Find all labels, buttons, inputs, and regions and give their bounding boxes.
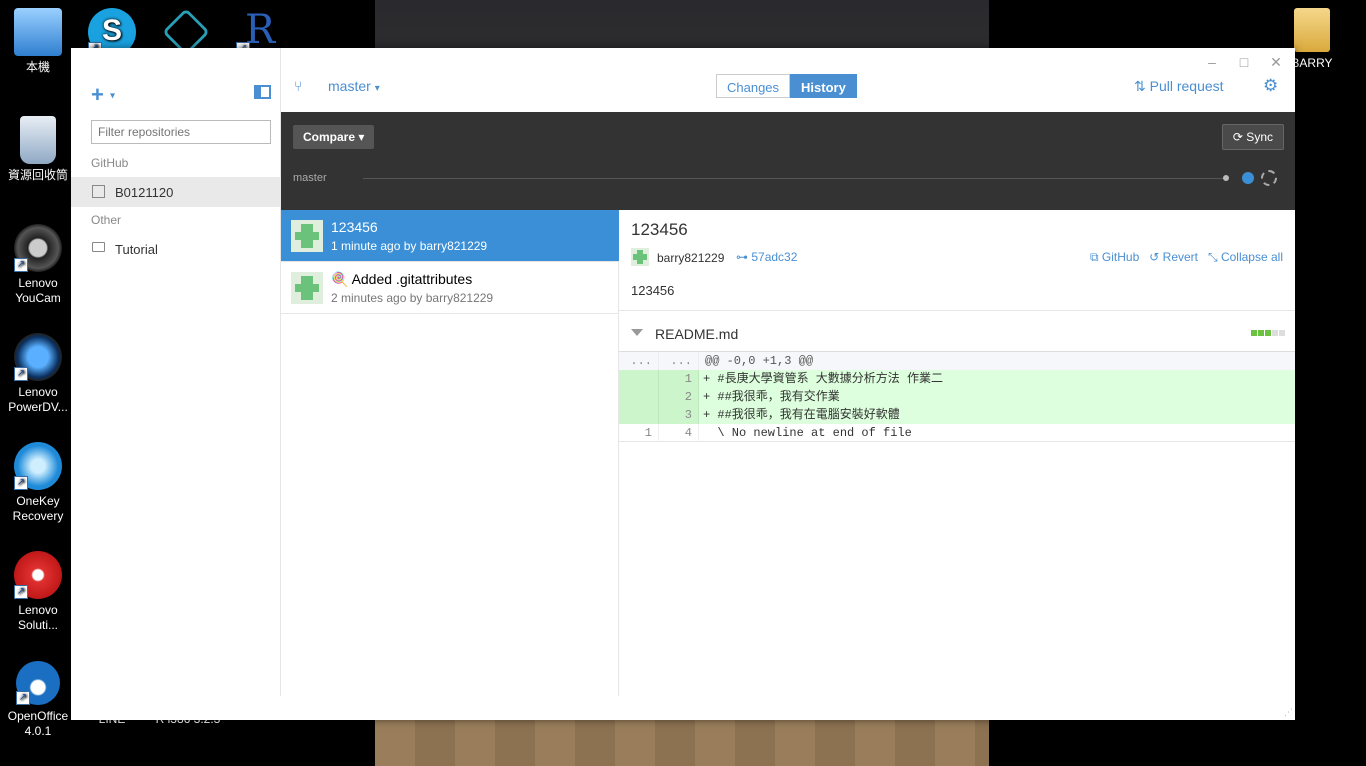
commit-author: barry821229 [657,251,725,265]
diff-line-added: 1 + #長庚大學資管系 大數據分析方法 作業二 [619,370,1295,388]
webcam-icon: ↗ [14,224,62,272]
file-name: README.md [655,326,739,342]
recovery-icon: ↗ [14,442,62,490]
filter-repositories-input[interactable] [91,120,271,144]
commit-item[interactable]: 🍭 Added .gitattributes 2 minutes ago by … [281,262,619,314]
top-bar: ⑂ master ▾ Changes History ⇅ Pull reques… [281,48,1295,112]
desktop-icon-onekey-recovery[interactable]: ↗ OneKey Recovery [0,442,76,524]
commit-list: 123456 1 minute ago by barry821229 🍭 Add… [281,210,619,696]
github-desktop-window: – □ ✕ + ▾ GitHub B0121120 Other Tutorial… [71,48,1295,720]
repo-name: Tutorial [115,242,158,257]
diff-stat-bar [1251,330,1285,336]
chevron-down-icon: ▾ [374,83,380,94]
lenovo-solution-icon: ↗ [14,551,62,599]
timeline-commit-dot-selected[interactable] [1242,172,1254,184]
commit-item[interactable]: 123456 1 minute ago by barry821229 [281,210,619,262]
diff-line-added: 3 + ##我很乖，我有在電腦安裝好軟體 [619,406,1295,424]
commit-message: 123456 [631,283,675,298]
repository-sidebar: + ▾ GitHub B0121120 Other Tutorial [71,48,281,696]
tab-history[interactable]: History [790,74,857,98]
desktop-icon-this-pc[interactable]: 本機 [0,8,76,75]
lollipop-emoji-icon: 🍭 [331,271,349,287]
commit-detail-title: 123456 [631,220,688,239]
commit-meta: 1 minute ago by barry821229 [331,239,488,253]
repo-icon [92,185,105,198]
computer-icon [14,8,62,56]
collapse-all-button[interactable]: ⤡ Collapse all [1208,250,1283,265]
diff-view: ... ... @@ -0,0 +1,3 @@ 1 + #長庚大學資管系 大數據… [619,352,1295,442]
history-toolbar: Compare ▾ ⟳ Sync master [281,112,1295,210]
desktop-icon-youcam[interactable]: ↗ Lenovo YouCam [0,224,76,306]
tab-changes[interactable]: Changes [716,74,791,98]
group-label-other: Other [91,213,122,227]
pull-request-icon: ⇅ [1134,78,1146,94]
play-disc-icon: ↗ [14,333,62,381]
view-on-github-button[interactable]: ⧉ GitHub [1090,250,1139,265]
commit-actions: ⧉ GitHub ↺ Revert ⤡ Collapse all [1090,250,1283,265]
gear-icon[interactable]: ⚙ [1263,76,1278,96]
timeline-uncommitted-dot[interactable] [1261,170,1277,186]
commit-meta: 2 minutes ago by barry821229 [331,291,494,305]
file-diff-header[interactable]: README.md [619,316,1295,352]
resize-grip-icon[interactable]: ⋰ [1284,707,1293,718]
timeline-commit-dot[interactable] [1223,175,1229,181]
commit-icon: ⊶ [736,250,748,264]
commit-sha-link[interactable]: ⊶ 57adc32 [736,250,797,264]
desktop-icon-recycle-bin[interactable]: 資源回收筒 [0,116,76,183]
branch-icon: ⑂ [294,78,303,94]
avatar [631,248,649,266]
avatar [291,220,323,252]
commit-title: 123456 [331,219,378,235]
timeline-track [363,178,1226,179]
pull-request-button[interactable]: ⇅ Pull request [1134,78,1224,95]
branch-selector[interactable]: master ▾ [328,78,380,94]
add-repository-button[interactable]: + ▾ [91,82,115,108]
chevron-down-icon[interactable] [631,329,643,336]
sync-button[interactable]: ⟳ Sync [1221,124,1284,150]
diff-line-added: 2 + ##我很乖，我有交作業 [619,388,1295,406]
openoffice-icon: ↗ [16,661,60,705]
recycle-bin-icon [20,116,56,164]
desktop-icon-lenovo-solution[interactable]: ↗ Lenovo Soluti... [0,551,76,633]
external-link-icon: ⧉ [1089,250,1099,264]
chevron-down-icon: ▾ [109,90,116,102]
computer-icon [92,242,105,252]
collapse-icon: ⤡ [1208,250,1218,264]
folder-icon [1294,8,1330,52]
revert-button[interactable]: ↺ Revert [1149,250,1198,265]
avatar [291,272,323,304]
desktop-icon-openoffice[interactable]: ↗ OpenOffice 4.0.1 [0,661,76,739]
sidebar-item-b0121120[interactable]: B0121120 [71,177,281,207]
plus-icon: + [91,82,104,107]
diff-line-context: 1 4 \ No newline at end of file [619,424,1295,442]
timeline-branch-label: master [293,172,327,184]
sidebar-toggle-icon[interactable] [254,85,271,99]
commit-title: 🍭 Added .gitattributes [331,271,473,287]
desktop-icon-powerdvd[interactable]: ↗ Lenovo PowerDV... [0,333,76,415]
view-switcher: Changes History [716,74,857,98]
compare-button[interactable]: Compare ▾ [293,125,375,149]
commit-detail: 123456 barry821229 ⊶ 57adc32 ⧉ GitHub ↺ … [619,210,1295,696]
sidebar-item-tutorial[interactable]: Tutorial [71,234,281,264]
diff-hunk-header: ... ... @@ -0,0 +1,3 @@ [619,352,1295,370]
group-label-github: GitHub [91,156,129,170]
revert-icon: ↺ [1149,250,1160,264]
repo-name: B0121120 [115,185,174,200]
